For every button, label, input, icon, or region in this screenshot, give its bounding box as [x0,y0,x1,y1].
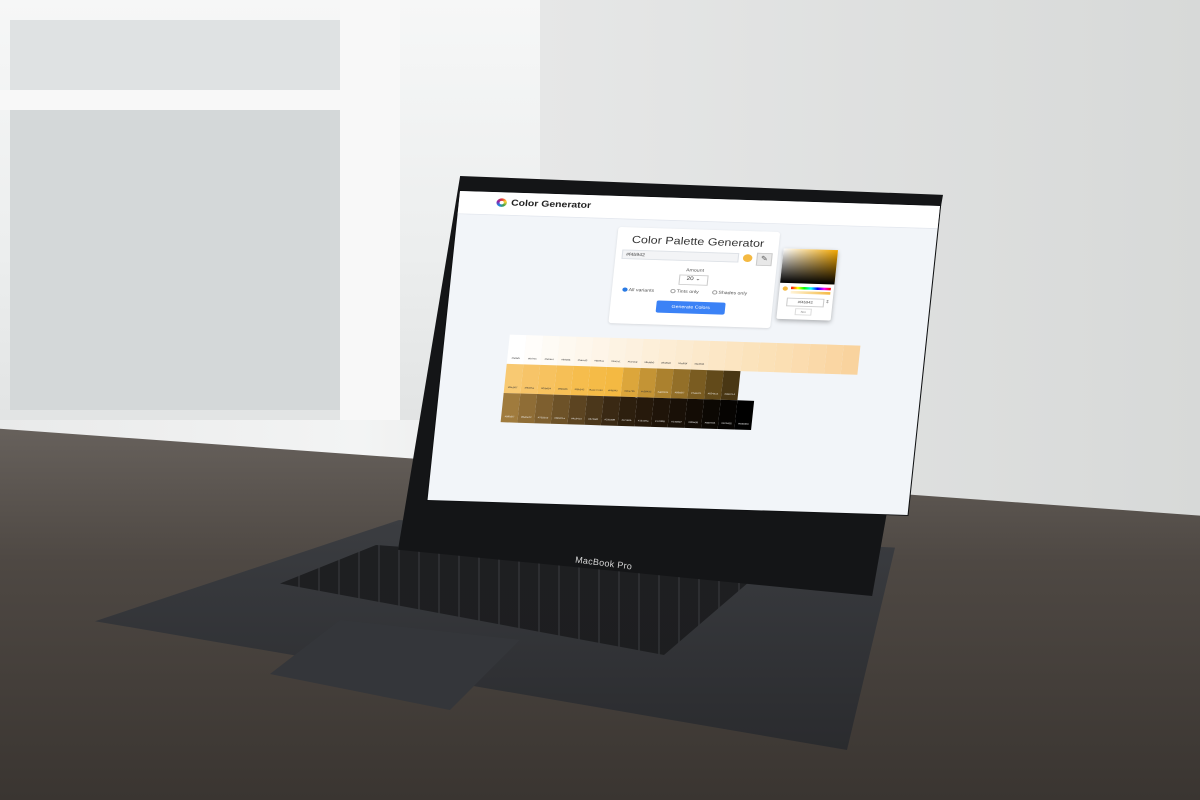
swatch-hex-label: #f5b94b [557,387,568,391]
app-title: Color Generator [510,198,592,211]
radio-all-label: All variants [628,287,655,294]
swatch-hex-label: #7a5c21 [690,391,702,395]
swatch-hex-label: #75501d [537,416,549,420]
radio-tints-label: Tints only [676,289,700,295]
swatch-hex-label: #fefbf5 [511,357,520,360]
swatch-hex-label: #624a1a [707,392,719,396]
swatch-hex-label: #130d07 [671,420,682,424]
amount-select[interactable]: 20 ⌄ [678,274,709,286]
swatch-hex-label: #60421a [554,416,566,420]
swatch-hex-label: #000000 [737,422,749,426]
swatch-hex-label: #37260f [587,418,599,421]
swatch-hex-label: #1b120a [637,419,649,423]
swatch-hex-label: #936f27 [674,391,685,395]
swatch-hex-label: #fde8ca [594,359,605,363]
swatch-hex-label: #f5b542 [574,388,585,392]
app-logo-icon [496,198,508,208]
alpha-slider[interactable] [790,290,831,295]
swatch-hex-label: #f6c05e [524,386,535,390]
swatch-hex-label: #0f0a05 [688,421,699,425]
window-rail [0,90,340,110]
swatch-hex-label: #fef0db [561,358,571,362]
color-swatch[interactable]: #000000 [734,400,755,431]
color-swatch[interactable]: #493714 [720,370,741,401]
swatch-hex-label: #fbd9a8 [660,361,671,365]
swatch-hex-label: #4c3414 [570,417,582,421]
swatch-hex-label: #8a5e22 [520,415,532,419]
hue-slider[interactable] [790,286,831,291]
swatch-hex-label: #fce5c1 [610,360,621,364]
saturation-area[interactable] [780,248,839,285]
swatch-hex-label: #1f150b [621,419,632,422]
swatch-hex-label: #fad59f [677,362,688,366]
radio-empty-icon [670,288,676,294]
color-swatch[interactable] [840,345,861,375]
swatch-hex-label: #170f08 [654,420,665,424]
generator-card: Color Palette Generator #f4b942 ✎ Amount… [608,226,781,329]
window-pane-top [10,20,340,90]
color-input[interactable]: #f4b942 [621,249,740,263]
swatch-hex-label: #fce1b9 [627,360,638,364]
generate-colors-button[interactable]: Generate Colors [655,300,726,315]
swatch-hex-label: #231809 [604,418,616,422]
picker-swatch-dot [782,286,789,291]
swatch-hex-label: #0b0704 [704,421,716,425]
swatch-hex-label: #9f6d27 [504,415,515,419]
chevron-down-icon: ⌄ [695,276,701,283]
palette-grid: #fefbf5 #fef7ec #fef4e4 #fef0db #fdecd3 #fde8… [500,334,861,434]
hex-input[interactable]: #f4b942 [786,297,825,308]
swatch-hex-label: #f5bd54 [540,387,552,391]
radio-shades-label: Shades only [718,290,748,297]
radio-selected-icon [622,287,628,292]
window-pane-bottom [10,110,340,410]
radio-shades-only[interactable]: Shades only [711,290,748,297]
amount-value: 20 [686,276,694,282]
swatch-hex-label: Base Color [589,388,603,392]
swatch-hex-label: #fad296 [694,362,705,366]
laptop-screen: Color Generator Color Palette Generator … [427,191,941,515]
window-mullion [340,0,400,420]
card-title: Color Palette Generator [631,233,765,250]
swatch-hex-label: #fef4e4 [544,358,554,361]
swatch-hex-label: #f4b942 [607,389,618,393]
radio-all-variants[interactable]: All variants [622,287,655,294]
swatch-hex-label: #070402 [721,422,732,426]
swatch-hex-label: #493714 [724,393,736,396]
swatch-hex-label: #dca73b [624,389,635,393]
swatch-hex-label: #f6c567 [507,386,518,390]
swatch-hex-label: #c39435 [640,390,652,394]
color-preview-dot[interactable] [742,254,753,263]
eyedropper-icon[interactable]: ✎ [755,252,773,267]
format-label: hex [794,308,812,316]
swatch-hex-label: #ab812e [657,390,669,394]
format-toggle-icon[interactable]: ⇕ [825,300,830,305]
swatch-hex-label: #fdecd3 [577,359,588,363]
swatch-hex-label: #fef7ec [527,357,537,361]
color-picker-popover: #f4b942 ⇕ hex [776,248,839,321]
radio-tints-only[interactable]: Tints only [670,288,700,295]
radio-empty-icon [711,290,718,295]
swatch-hex-label: #fbddb0 [644,361,655,365]
